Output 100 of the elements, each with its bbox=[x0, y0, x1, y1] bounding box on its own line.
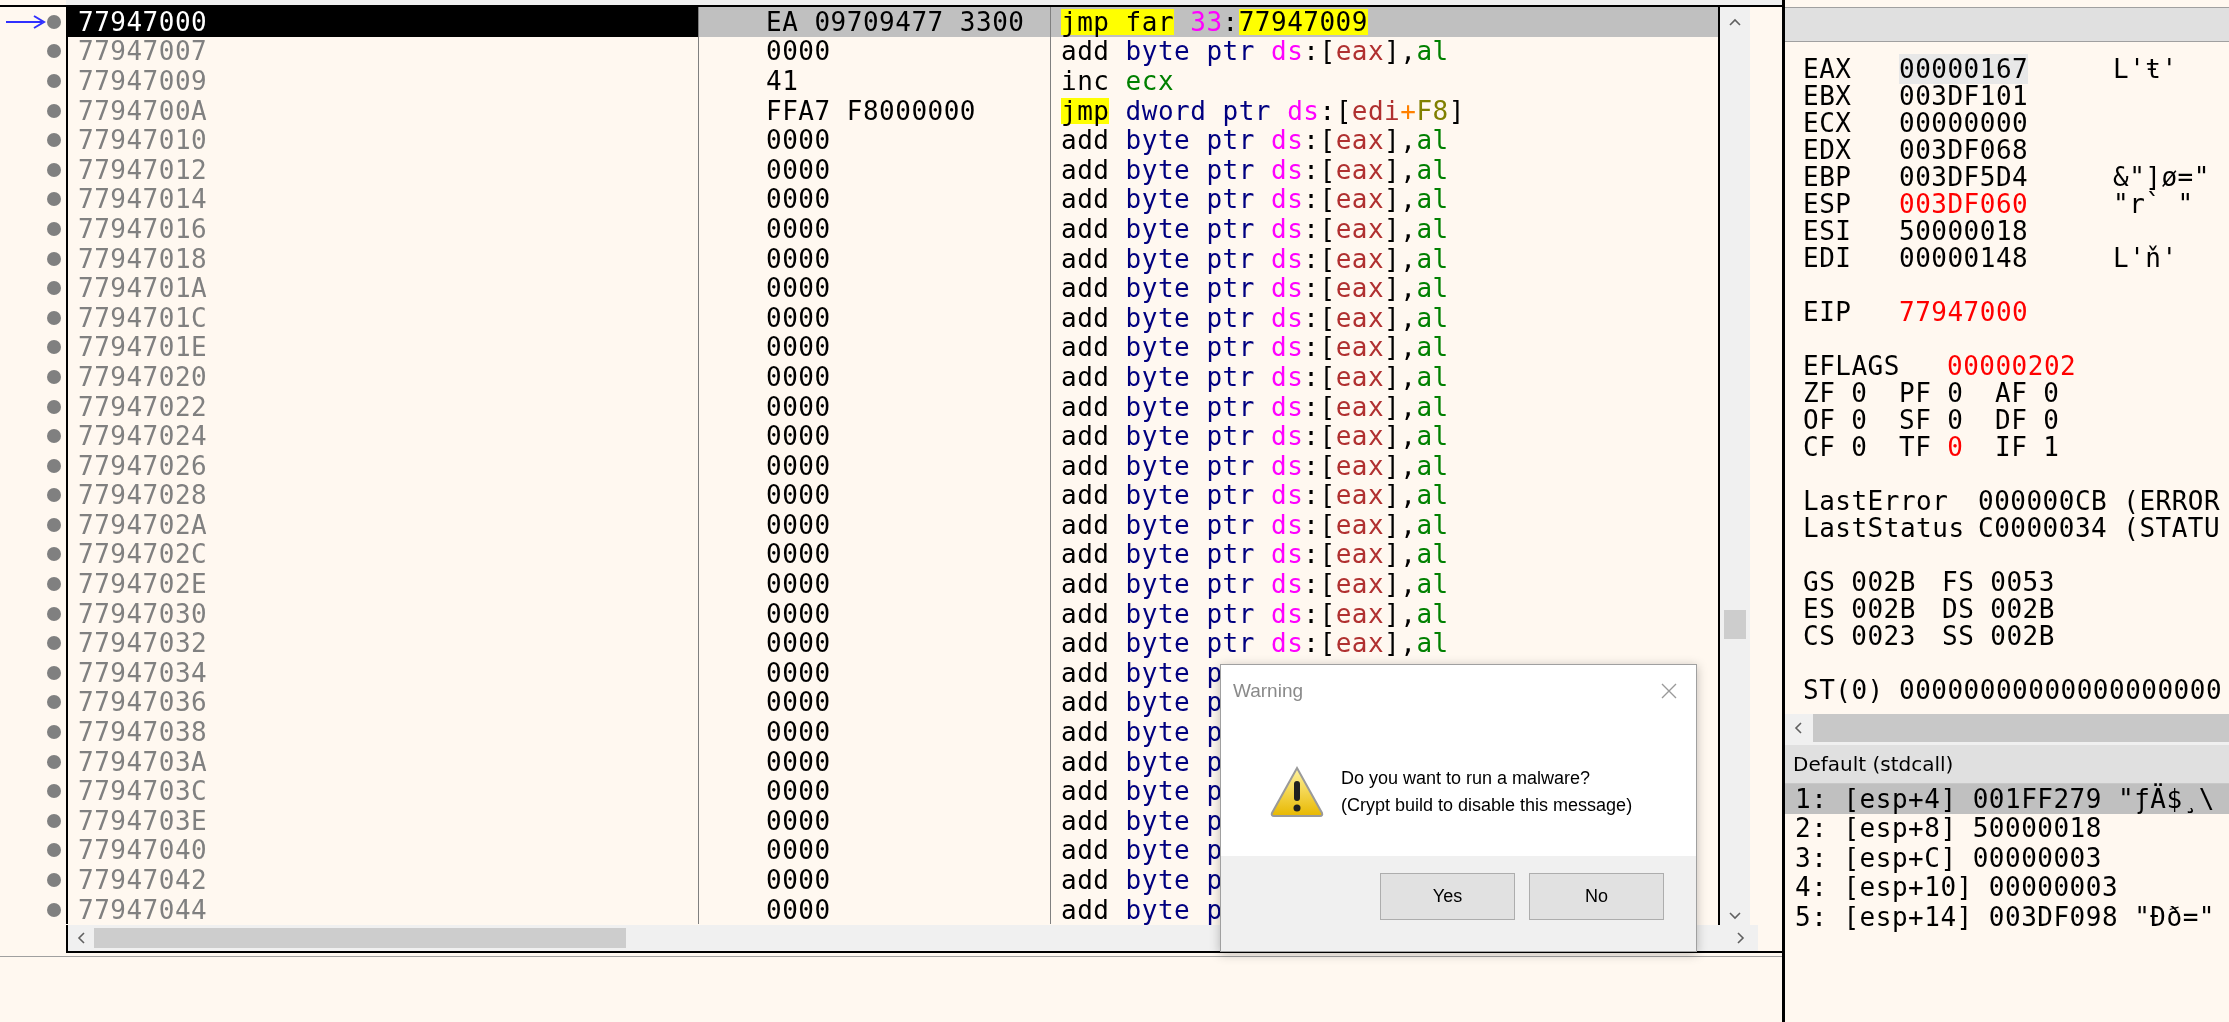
dot-icon[interactable] bbox=[46, 73, 62, 89]
register-value[interactable]: 00000000000000000000 bbox=[1899, 676, 2223, 703]
address-cell[interactable]: 7794702C bbox=[66, 539, 698, 570]
dot-icon[interactable] bbox=[46, 102, 62, 119]
flag-value[interactable]: 0 bbox=[1947, 406, 1964, 433]
address-cell[interactable]: 77947032 bbox=[66, 628, 698, 659]
register-name: FS bbox=[1942, 568, 1975, 595]
address-cell[interactable]: 77947016 bbox=[66, 214, 698, 244]
register-value[interactable]: 002B bbox=[1851, 568, 1916, 595]
address-cell[interactable]: 77947022 bbox=[66, 391, 698, 422]
register-value[interactable]: 0023 bbox=[1851, 622, 1916, 649]
register-value[interactable]: 002B bbox=[1990, 595, 2055, 622]
argument-row[interactable]: 3: [esp+C] 00000003 bbox=[1785, 843, 2229, 873]
dot-icon[interactable] bbox=[46, 309, 62, 326]
flag-value[interactable]: 0 bbox=[2043, 379, 2060, 406]
address-cell[interactable]: 77947020 bbox=[66, 362, 698, 392]
scrollbar-thumb[interactable] bbox=[94, 928, 626, 948]
address-cell[interactable]: 77947040 bbox=[66, 835, 698, 866]
dot-icon[interactable] bbox=[46, 368, 62, 385]
dot-icon[interactable] bbox=[46, 546, 62, 563]
argument-row[interactable]: 1: [esp+4] 001FF279 "ƒÄ$¸\ bbox=[1785, 784, 2229, 814]
dot-icon[interactable] bbox=[46, 783, 62, 800]
scrollbar-thumb[interactable] bbox=[1724, 610, 1746, 639]
address-cell[interactable]: 77947026 bbox=[66, 450, 698, 481]
flag-value[interactable]: 1 bbox=[2043, 433, 2060, 460]
dot-icon[interactable] bbox=[46, 842, 62, 859]
dot-icon[interactable] bbox=[46, 487, 62, 504]
dialog-button[interactable]: No bbox=[1529, 873, 1664, 920]
calling-convention-header[interactable]: Default (stdcall) bbox=[1785, 745, 2229, 784]
address-cell[interactable]: 7794701E bbox=[66, 332, 698, 363]
vertical-scrollbar[interactable] bbox=[1718, 7, 1750, 925]
dot-icon[interactable] bbox=[46, 635, 62, 652]
dot-icon[interactable] bbox=[46, 694, 62, 711]
register-value[interactable]: 0053 bbox=[1990, 568, 2055, 595]
dot-icon[interactable] bbox=[46, 576, 62, 593]
register-value[interactable]: 002B bbox=[1851, 595, 1916, 622]
dialog-button[interactable]: Yes bbox=[1380, 873, 1515, 920]
bytes-cell: 0000 bbox=[698, 332, 1050, 363]
dot-icon[interactable] bbox=[46, 812, 62, 829]
dot-icon[interactable] bbox=[46, 161, 62, 178]
address-cell[interactable]: 7794700A bbox=[66, 95, 698, 126]
dot-icon[interactable] bbox=[46, 43, 62, 60]
address-cell[interactable]: 77947014 bbox=[66, 184, 698, 215]
register-value[interactable]: 002B bbox=[1990, 622, 2055, 649]
register-value[interactable]: 00000202 bbox=[1947, 352, 2077, 379]
dot-icon[interactable] bbox=[46, 398, 62, 415]
address-cell[interactable]: 7794701C bbox=[66, 302, 698, 333]
register-value[interactable]: 77947000 bbox=[1899, 298, 2029, 325]
flag-value[interactable]: 0 bbox=[1947, 379, 1964, 406]
argument-row[interactable]: 5: [esp+14] 003DF098 "Ðð=" bbox=[1785, 902, 2229, 932]
address-cell[interactable]: 77947018 bbox=[66, 243, 698, 274]
bytes-cell: 0000 bbox=[698, 362, 1050, 392]
address-cell[interactable]: 7794701A bbox=[66, 273, 698, 303]
address-cell[interactable]: 7794703E bbox=[66, 806, 698, 836]
address-cell[interactable]: 7794703A bbox=[66, 746, 698, 777]
address-cell[interactable]: 77947042 bbox=[66, 865, 698, 895]
horizontal-scrollbar[interactable] bbox=[1785, 714, 2229, 742]
dot-icon[interactable] bbox=[46, 664, 62, 681]
address-cell[interactable]: 77947024 bbox=[66, 421, 698, 451]
dot-icon[interactable] bbox=[46, 753, 62, 770]
address-cell[interactable]: 77947009 bbox=[66, 66, 698, 96]
dot-icon[interactable] bbox=[46, 13, 62, 30]
register-value[interactable]: 00000167 bbox=[1899, 53, 2029, 84]
dot-icon[interactable] bbox=[46, 428, 62, 445]
dot-icon[interactable] bbox=[46, 191, 62, 208]
dot-icon[interactable] bbox=[46, 457, 62, 474]
dot-icon[interactable] bbox=[46, 605, 62, 622]
flag-value[interactable]: 0 bbox=[1851, 406, 1868, 433]
dot-icon[interactable] bbox=[46, 901, 62, 918]
dot-icon[interactable] bbox=[46, 280, 62, 297]
address-cell[interactable]: 77947028 bbox=[66, 480, 698, 511]
close-icon[interactable] bbox=[1660, 682, 1678, 700]
flag-value[interactable]: 0 bbox=[2043, 406, 2060, 433]
address-cell[interactable]: 77947007 bbox=[66, 36, 698, 67]
dot-icon[interactable] bbox=[46, 872, 62, 888]
address-cell[interactable]: 77947010 bbox=[66, 125, 698, 155]
address-cell[interactable]: 7794702A bbox=[66, 510, 698, 540]
argument-row[interactable]: 2: [esp+8] 50000018 bbox=[1785, 813, 2229, 843]
register-value[interactable]: C0000034 bbox=[1978, 514, 2108, 541]
dot-icon[interactable] bbox=[46, 339, 62, 356]
address-cell[interactable]: 77947034 bbox=[66, 658, 698, 688]
dot-icon[interactable] bbox=[46, 724, 62, 741]
dot-icon[interactable] bbox=[46, 250, 62, 267]
flag-value[interactable]: 0 bbox=[1851, 379, 1868, 406]
dot-icon[interactable] bbox=[46, 220, 62, 237]
address-cell[interactable]: 77947030 bbox=[66, 598, 698, 629]
flag-value[interactable]: 0 bbox=[1851, 433, 1868, 460]
address-cell[interactable]: 77947000 bbox=[66, 7, 698, 37]
argument-row[interactable]: 4: [esp+10] 00000003 bbox=[1785, 872, 2229, 902]
address-cell[interactable]: 7794703C bbox=[66, 776, 698, 807]
dot-icon[interactable] bbox=[46, 516, 62, 533]
flag-value[interactable]: 0 bbox=[1947, 433, 1964, 460]
dot-icon[interactable] bbox=[46, 132, 62, 149]
address-cell[interactable]: 7794702E bbox=[66, 569, 698, 599]
address-cell[interactable]: 77947038 bbox=[66, 717, 698, 747]
address-cell[interactable]: 77947012 bbox=[66, 154, 698, 185]
address-cell[interactable]: 77947036 bbox=[66, 687, 698, 718]
register-value[interactable]: 000000CB bbox=[1978, 487, 2108, 514]
register-name: EDI bbox=[1803, 244, 1853, 271]
bytes-cell: 0000 bbox=[698, 835, 1050, 866]
